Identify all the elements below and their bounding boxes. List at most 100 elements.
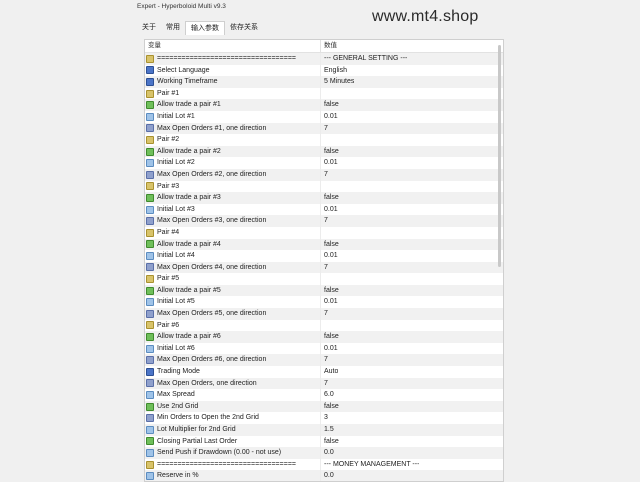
param-value[interactable]: 7 xyxy=(321,308,328,320)
table-row[interactable]: Max Spread 6.0 xyxy=(145,389,503,401)
param-value[interactable]: 0.0 xyxy=(321,470,334,481)
param-value[interactable]: 0.01 xyxy=(321,250,338,262)
table-row[interactable]: Initial Lot #4 0.01 xyxy=(145,250,503,262)
param-value[interactable]: 7 xyxy=(321,123,328,135)
table-row[interactable]: Initial Lot #2 0.01 xyxy=(145,157,503,169)
param-name-cell: Lot Multiplier for 2nd Grid xyxy=(145,424,321,436)
param-name: Max Open Orders, one direction xyxy=(157,379,257,387)
table-row[interactable]: Allow trade a pair #2 false xyxy=(145,145,503,158)
column-header-variable[interactable]: 变量 xyxy=(145,40,321,52)
param-name: Max Open Orders #4, one direction xyxy=(157,263,267,271)
column-header-value[interactable]: 数值 xyxy=(321,40,337,52)
param-value[interactable] xyxy=(321,320,324,332)
param-value[interactable]: false xyxy=(321,99,339,111)
table-row[interactable]: Max Open Orders, one direction 7 xyxy=(145,377,503,390)
table-row[interactable]: Max Open Orders #6, one direction 7 xyxy=(145,354,503,367)
integer-icon xyxy=(146,263,154,272)
tab-about[interactable]: 关于 xyxy=(137,21,161,35)
param-value[interactable]: 7 xyxy=(321,262,328,274)
param-value[interactable]: --- MONEY MANAGEMENT --- xyxy=(321,459,419,471)
param-value[interactable] xyxy=(321,181,324,193)
param-value[interactable]: 1.5 xyxy=(321,424,334,436)
table-row[interactable]: Initial Lot #1 0.01 xyxy=(145,110,503,123)
table-row[interactable]: Select Language English xyxy=(145,64,503,77)
table-row[interactable]: Initial Lot #6 0.01 xyxy=(145,342,503,355)
param-name-cell: Max Open Orders #2, one direction xyxy=(145,168,321,181)
table-row[interactable]: Trading Mode Auto xyxy=(145,366,503,378)
param-value[interactable]: 7 xyxy=(321,354,328,366)
tab-dependencies[interactable]: 依存关系 xyxy=(225,21,263,35)
param-value[interactable]: 0.01 xyxy=(321,343,338,355)
table-row[interactable]: ================================== --- MO… xyxy=(145,458,503,471)
double-icon xyxy=(146,448,154,457)
param-value[interactable]: 0.0 xyxy=(321,447,334,459)
table-row[interactable]: Allow trade a pair #1 false xyxy=(145,99,503,111)
param-value[interactable]: false xyxy=(321,146,339,158)
table-row[interactable]: Max Open Orders #5, one direction 7 xyxy=(145,308,503,320)
table-row[interactable]: Max Open Orders #4, one direction 7 xyxy=(145,261,503,274)
table-row[interactable]: Send Push if Drawdown (0.00 - not use) 0.… xyxy=(145,447,503,459)
table-row[interactable]: Allow trade a pair #6 false xyxy=(145,331,503,343)
param-value[interactable]: 6.0 xyxy=(321,389,334,401)
param-name-cell: Reserve in % xyxy=(145,470,321,481)
param-value[interactable]: 3 xyxy=(321,412,328,424)
param-name: Allow trade a pair #1 xyxy=(157,101,221,109)
table-row[interactable]: Max Open Orders #2, one direction 7 xyxy=(145,168,503,181)
table-row[interactable]: Min Orders to Open the 2nd Grid 3 xyxy=(145,412,503,424)
table-row[interactable]: Pair #2 xyxy=(145,134,503,146)
table-row[interactable]: Lot Multiplier for 2nd Grid 1.5 xyxy=(145,424,503,436)
param-name-cell: Initial Lot #3 xyxy=(145,203,321,216)
table-row[interactable]: Reserve in % 0.0 xyxy=(145,470,503,481)
param-name-cell: Initial Lot #1 xyxy=(145,110,321,123)
table-row[interactable]: Max Open Orders #3, one direction 7 xyxy=(145,215,503,227)
table-row[interactable]: Allow trade a pair #3 false xyxy=(145,192,503,204)
param-name: Initial Lot #1 xyxy=(157,112,195,120)
param-name-cell: Initial Lot #6 xyxy=(145,342,321,355)
table-row[interactable]: Initial Lot #5 0.01 xyxy=(145,296,503,309)
param-value[interactable]: Auto xyxy=(321,366,338,378)
param-value[interactable]: false xyxy=(321,331,339,343)
table-row[interactable]: Allow trade a pair #4 false xyxy=(145,238,503,251)
param-value[interactable]: 0.01 xyxy=(321,296,338,308)
table-row[interactable]: Pair #4 xyxy=(145,226,503,239)
table-row[interactable]: Use 2nd Grid false xyxy=(145,400,503,413)
table-row[interactable]: Closing Partial Last Order false xyxy=(145,435,503,448)
table-row[interactable]: Pair #3 xyxy=(145,180,503,193)
table-row[interactable]: ================================== --- GE… xyxy=(145,53,503,65)
table-row[interactable]: Pair #1 xyxy=(145,87,503,100)
param-value[interactable]: false xyxy=(321,401,339,413)
double-icon xyxy=(146,425,154,434)
param-value[interactable]: 0.01 xyxy=(321,157,338,169)
param-value[interactable]: 5 Minutes xyxy=(321,76,354,88)
table-row[interactable]: Allow trade a pair #5 false xyxy=(145,284,503,297)
vertical-scrollbar[interactable] xyxy=(498,45,501,267)
table-row[interactable]: Pair #6 xyxy=(145,319,503,332)
param-value[interactable]: 7 xyxy=(321,378,328,390)
param-value[interactable]: 7 xyxy=(321,215,328,227)
param-value[interactable]: false xyxy=(321,436,339,448)
param-name-cell: Max Open Orders #5, one direction xyxy=(145,308,321,320)
integer-icon xyxy=(146,309,154,318)
param-name-cell: Send Push if Drawdown (0.00 - not use) xyxy=(145,447,321,459)
param-value[interactable]: 7 xyxy=(321,169,328,181)
param-value[interactable]: English xyxy=(321,65,347,77)
param-value[interactable] xyxy=(321,227,324,239)
param-value[interactable] xyxy=(321,134,324,146)
tab-inputs[interactable]: 输入参数 xyxy=(185,21,225,35)
param-value[interactable]: false xyxy=(321,239,339,251)
table-row[interactable]: Max Open Orders #1, one direction 7 xyxy=(145,122,503,135)
param-name: Max Open Orders #6, one direction xyxy=(157,356,267,364)
param-value[interactable] xyxy=(321,88,324,100)
param-value[interactable]: --- GENERAL SETTING --- xyxy=(321,53,407,65)
param-value[interactable]: false xyxy=(321,285,339,297)
double-icon xyxy=(146,472,154,481)
table-row[interactable]: Pair #5 xyxy=(145,273,503,285)
param-value[interactable]: 0.01 xyxy=(321,204,338,216)
param-value[interactable] xyxy=(321,273,324,285)
param-name: Allow trade a pair #4 xyxy=(157,240,221,248)
table-row[interactable]: Initial Lot #3 0.01 xyxy=(145,203,503,216)
table-row[interactable]: Working Timeframe 5 Minutes xyxy=(145,76,503,88)
param-value[interactable]: false xyxy=(321,192,339,204)
param-value[interactable]: 0.01 xyxy=(321,111,338,123)
tab-common[interactable]: 常用 xyxy=(161,21,185,35)
